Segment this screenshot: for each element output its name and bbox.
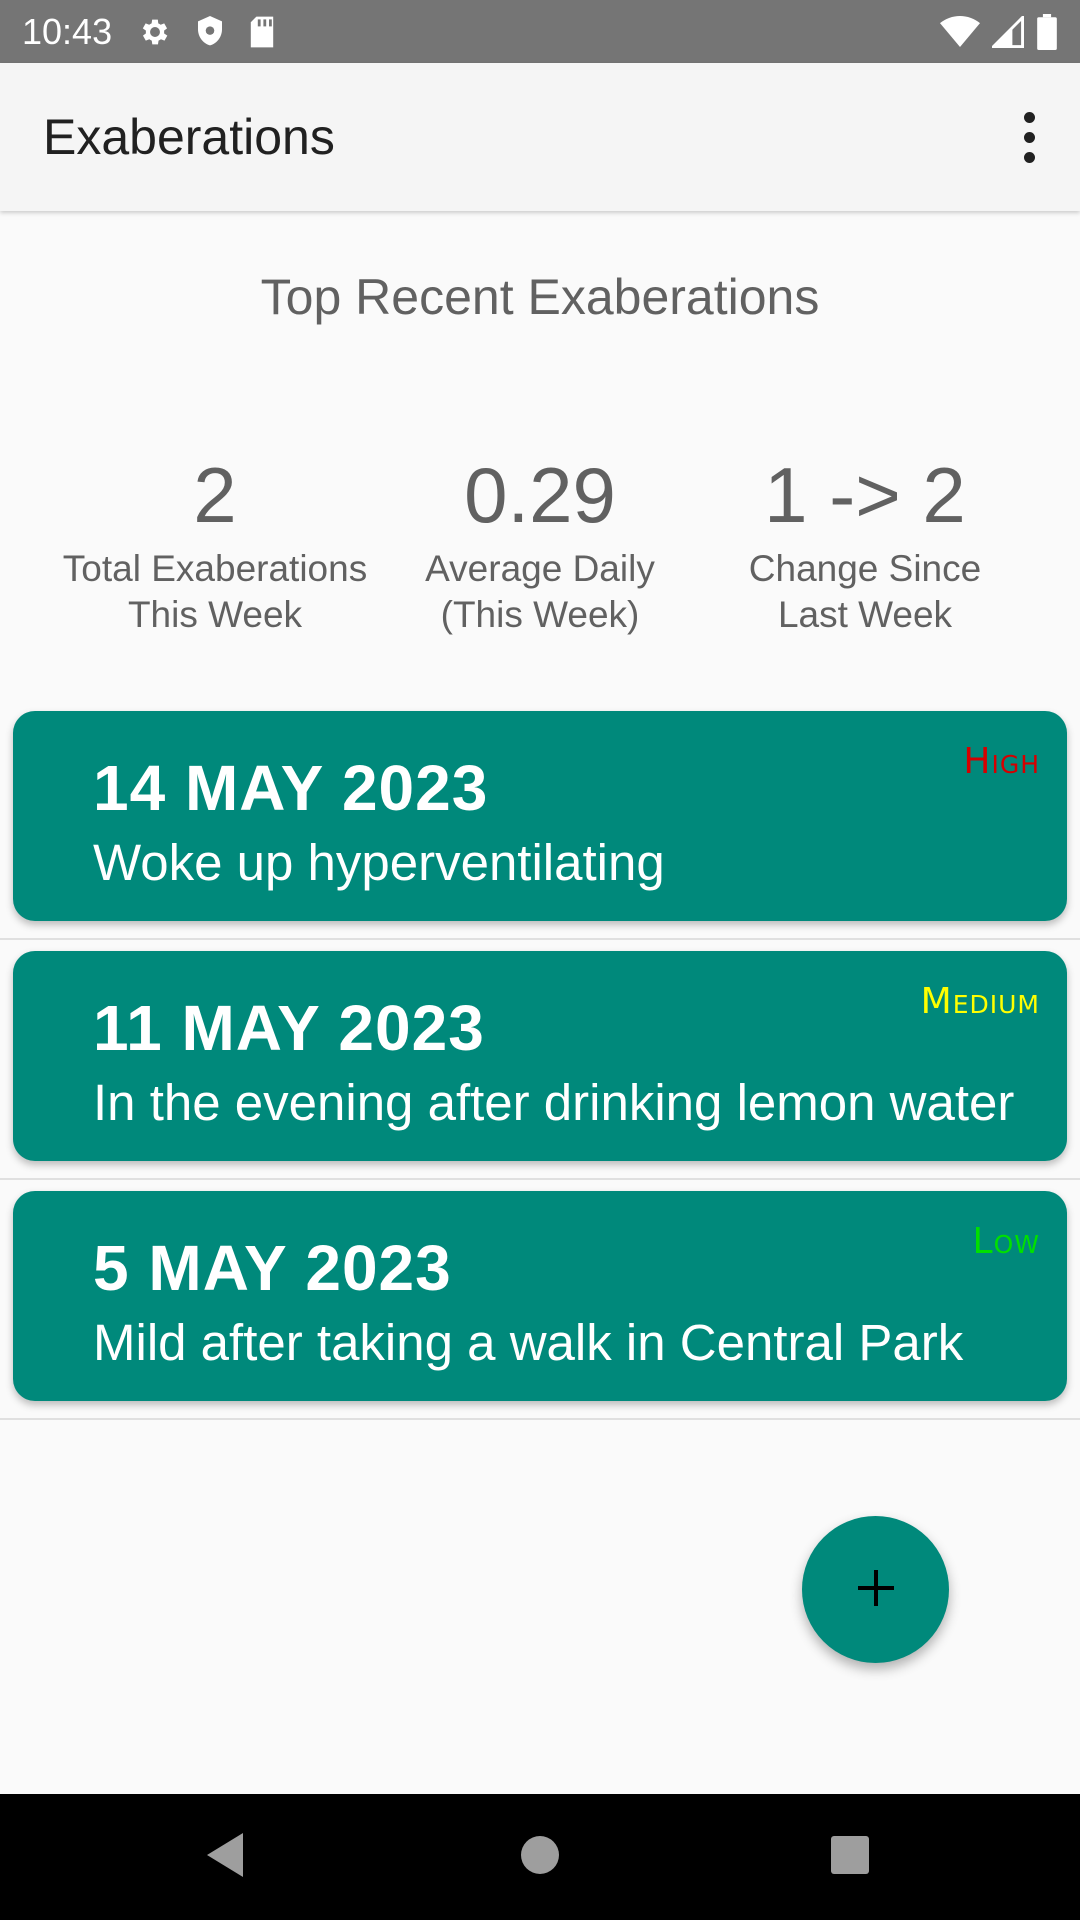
back-button[interactable] [165,1794,285,1920]
exaberation-card[interactable]: 5 MAY 2023 Mild after taking a walk in C… [13,1191,1067,1401]
battery-icon [1036,13,1058,50]
entry-description: Woke up hyperventilating [93,834,665,891]
stat-label: Average Daily (This Week) [375,546,705,638]
entry-description: Mild after taking a walk in Central Park [93,1314,964,1371]
status-bar: 10:43 [0,0,1080,63]
system-nav-bar [0,1794,1080,1920]
list-item: 11 MAY 2023 In the evening after drinkin… [0,940,1080,1180]
entry-date: 14 MAY 2023 [93,752,489,824]
back-icon [203,1831,247,1883]
stat-label-line: Change Since [748,548,982,589]
add-exaberation-button[interactable] [802,1516,949,1663]
sd-card-icon [248,15,276,49]
more-vert-icon-dot [1023,151,1035,163]
stat-value: 1 -> 2 [764,451,966,539]
stat-label-line: Last Week [777,594,953,635]
settings-icon [138,15,172,49]
signal-icon [992,15,1024,48]
exaberation-list: 14 MAY 2023 Woke up hyperventilating Hig… [0,700,1080,1420]
entry-date: 11 MAY 2023 [93,992,485,1064]
status-time: 10:43 [22,10,113,52]
more-vert-icon [1023,111,1035,123]
stat-total-this-week: 2 Total Exaberations This Week [50,450,380,638]
more-options-button[interactable] [1001,92,1057,182]
home-icon [519,1834,561,1880]
shield-icon [194,14,226,50]
stat-label-line: This Week [127,594,303,635]
exaberation-card[interactable]: 14 MAY 2023 Woke up hyperventilating Hig… [13,711,1067,921]
status-icons-left [138,14,276,50]
section-title: Top Recent Exaberations [260,269,820,325]
severity-label: Low [972,1221,1040,1262]
recents-button[interactable] [790,1794,910,1920]
screen: 10:43 Exaberations Top Recent Exaberatio… [0,0,1080,1920]
stat-value: 2 [193,451,237,539]
entry-date: 5 MAY 2023 [93,1232,452,1304]
status-icons-right [940,13,1058,50]
more-vert-icon-dot [1023,131,1035,143]
severity-label: Medium [920,981,1040,1022]
list-item: 14 MAY 2023 Woke up hyperventilating Hig… [0,700,1080,940]
wifi-icon [940,15,980,48]
stat-label: Change Since Last Week [700,546,1030,638]
stat-change-since-last-week: 1 -> 2 Change Since Last Week [700,450,1030,638]
exaberation-card[interactable]: 11 MAY 2023 In the evening after drinkin… [13,951,1067,1161]
stat-label-line: (This Week) [440,594,640,635]
home-button[interactable] [480,1794,600,1920]
weekly-stats: 2 Total Exaberations This Week 0.29 Aver… [0,450,1080,650]
severity-label: High [963,741,1040,782]
stat-label: Total Exaberations This Week [50,546,380,638]
stat-value: 0.29 [464,451,616,539]
stat-label-line: Average Daily [425,548,655,589]
plus-icon [854,1566,898,1614]
list-item: 5 MAY 2023 Mild after taking a walk in C… [0,1180,1080,1420]
entry-description: In the evening after drinking lemon wate… [93,1074,1015,1131]
app-bar: Exaberations [0,63,1080,211]
stat-label-line: Total Exaberations [62,548,368,589]
recents-icon [830,1835,870,1879]
app-title: Exaberations [43,109,335,165]
stat-average-daily: 0.29 Average Daily (This Week) [375,450,705,638]
